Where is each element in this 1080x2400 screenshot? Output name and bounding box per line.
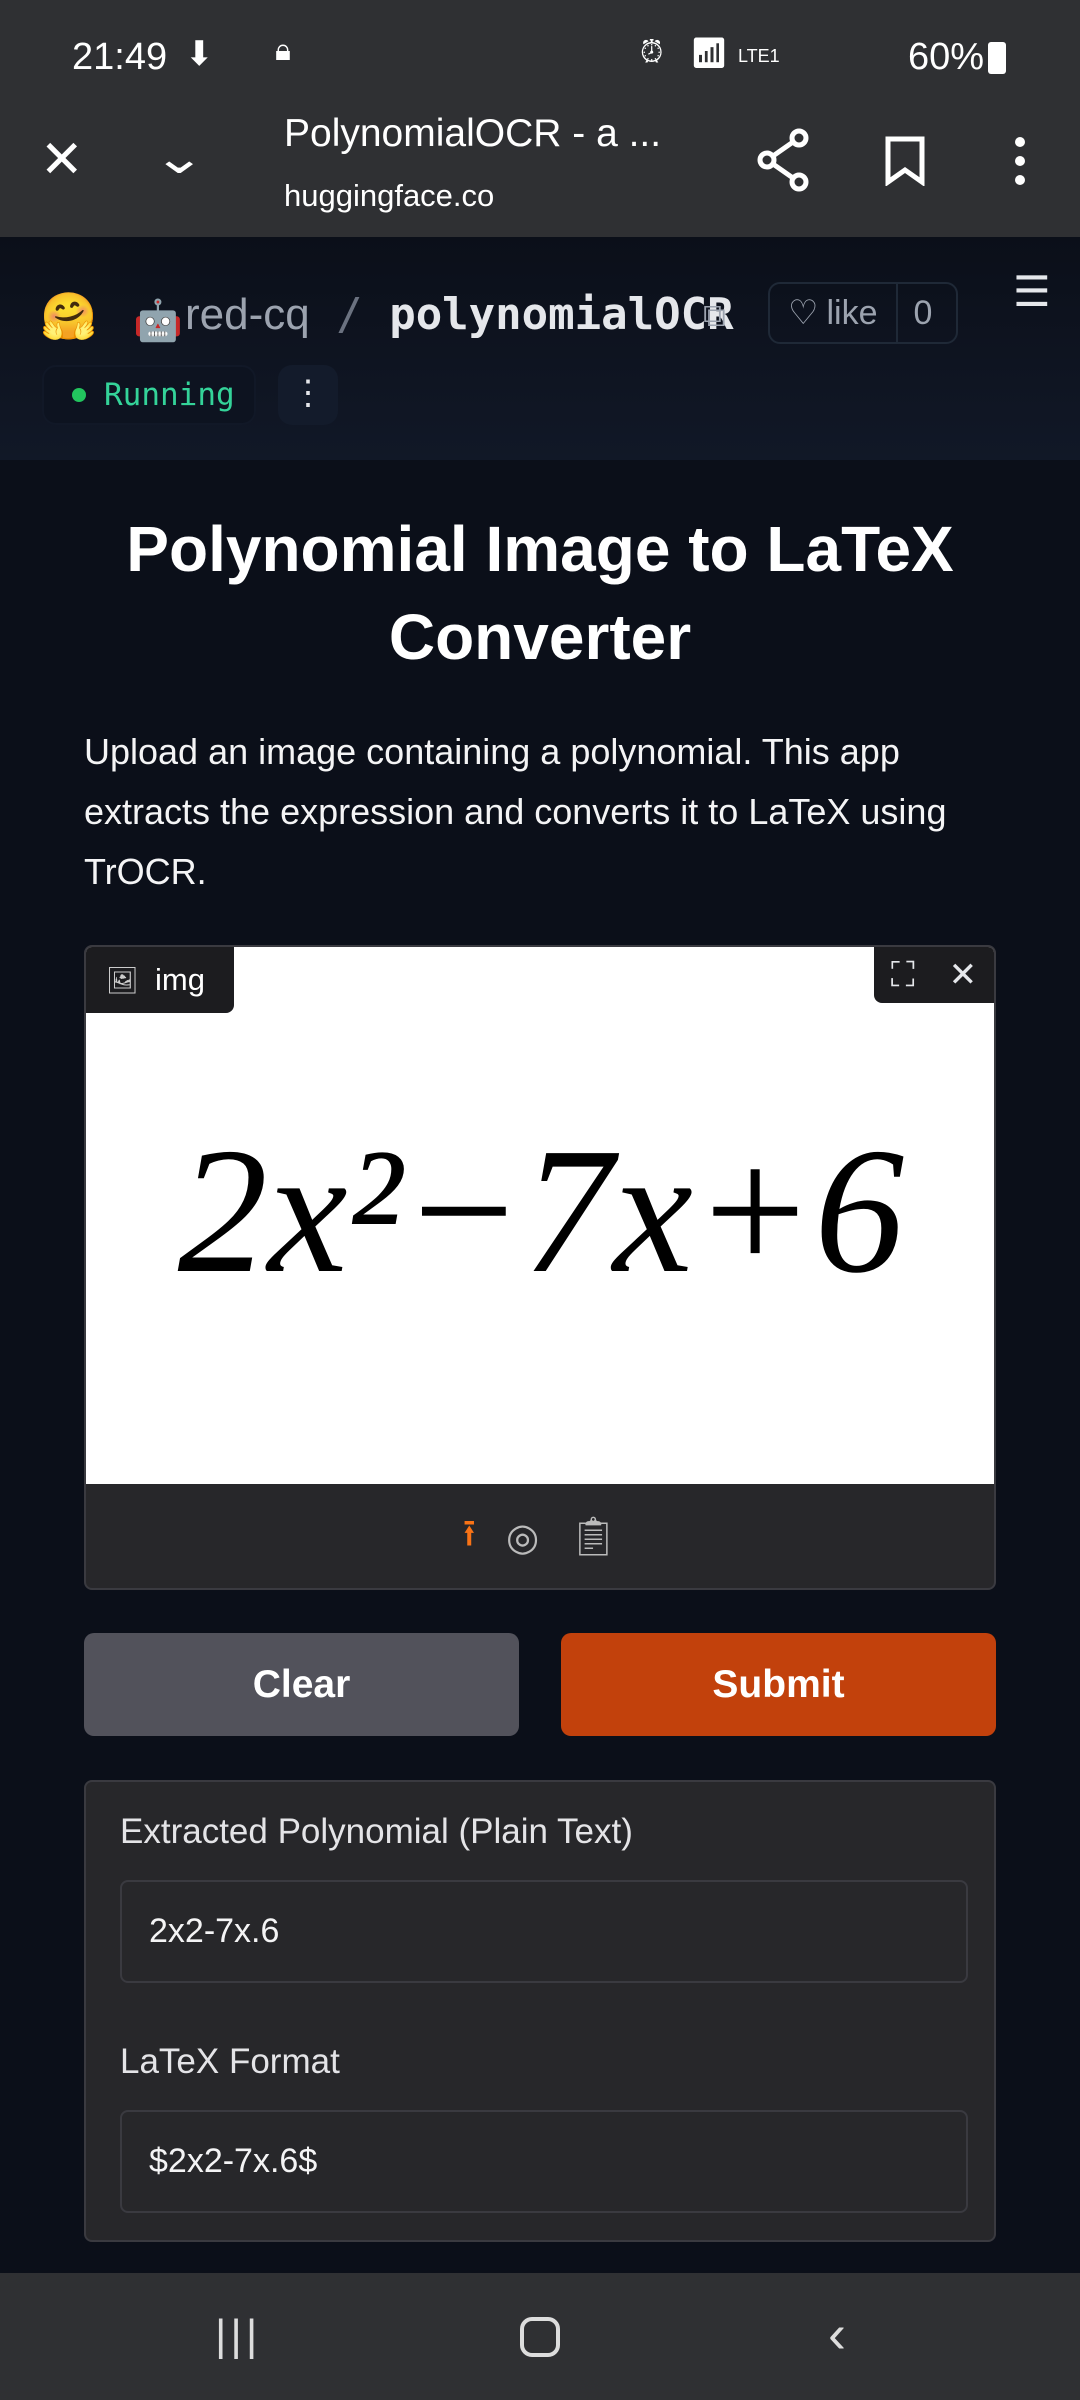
image-label: img [155,962,205,997]
fullscreen-icon[interactable]: ⛶ [891,956,915,995]
app-title: Polynomial Image to LaTeX Converter [126,513,954,673]
webcam-icon[interactable]: ◎ [506,1515,539,1560]
clipboard-icon[interactable]: 📋︎ [569,1515,617,1559]
space-avatar: 🤖 [133,299,183,343]
chevron-down-icon[interactable]: ⌄ [152,130,206,184]
plain-text-output[interactable]: 2x2-7x.6 [120,1880,968,1983]
status-badge[interactable]: Running [42,365,256,425]
share-icon[interactable] [755,128,811,192]
clock: 21:49 [72,36,168,78]
image-toolbar: ⛶ ✕ [874,947,994,1003]
battery-icon [988,42,1006,74]
like-button[interactable]: ♡ like 0 [768,282,958,344]
app-description: Upload an image containing a polynomial.… [84,731,947,892]
hamburger-menu-icon[interactable]: ☰ [1013,267,1051,316]
output-panel: Extracted Polynomial (Plain Text) 2x2-7x… [84,1780,996,2242]
uploaded-image: 2x²−7x+6 [86,947,994,1484]
space-menu-button[interactable]: ⋮ [278,365,338,425]
upload-icon[interactable]: ⭱ [463,1505,476,1570]
page-title: PolynomialOCR - a ... [284,112,662,155]
back-icon[interactable]: ‹ [828,2303,846,2365]
battery-level: 60% [908,36,985,78]
network-label: LTE1 [738,46,780,66]
home-icon[interactable] [520,2317,560,2357]
heart-icon: ♡ [788,294,819,332]
image-input[interactable]: 2x²−7x+6 🖼︎ img ⛶ ✕ ⭱ ◎ 📋︎ [84,945,996,1590]
alarm-icon: ⏰︎ [640,36,664,69]
plain-text-label: Extracted Polynomial (Plain Text) [120,1812,633,1851]
wifi-icon: 📶︎ [690,37,729,70]
image-label-tab: 🖼︎ img [86,947,234,1013]
close-icon[interactable]: ✕ [40,130,84,190]
copy-icon[interactable]: ⧉ [703,297,726,335]
gradio-app: Polynomial Image to LaTeX Converter Uplo… [0,460,1080,2273]
lock-icon: 🔒︎ [275,34,291,67]
latex-label: LaTeX Format [120,2042,340,2081]
page-url[interactable]: huggingface.co [284,178,494,214]
clear-image-icon[interactable]: ✕ [949,955,978,995]
status-text: Running [104,377,235,413]
clear-button[interactable]: Clear [84,1633,519,1736]
source-selector: ⭱ ◎ 📋︎ [86,1484,994,1588]
space-owner[interactable]: red-cq [185,290,310,339]
navigation-bar: ||| ‹ [0,2273,1080,2400]
more-options-icon[interactable] [1010,136,1030,186]
space-header: 🤗 🤖 red-cq / polynomialOCR ⧉ ♡ like 0 ☰ … [0,237,1080,460]
huggingface-logo[interactable]: 🤗 [40,289,97,344]
image-icon: 🖼︎ [106,964,140,995]
space-name[interactable]: polynomialOCR [389,289,733,340]
bookmark-icon[interactable] [885,136,925,186]
running-dot [72,388,86,402]
submit-button[interactable]: Submit [561,1633,996,1736]
like-label: like [826,293,878,332]
polynomial-image-text: 2x²−7x+6 [177,1111,905,1310]
latex-output[interactable]: $2x2-7x.6$ [120,2110,968,2213]
space-path[interactable]: red-cq / polynomialOCR [185,289,734,340]
download-icon: ⬇ [185,35,214,73]
like-count: 0 [895,283,932,343]
status-bar: 21:49 ⬇ 🔒︎ ⏰︎ 📶︎ LTE1 60% [0,0,1080,100]
browser-toolbar: ✕ ⌄ PolynomialOCR - a ... huggingface.co [0,100,1080,237]
recent-apps-icon[interactable]: ||| [215,2311,261,2361]
